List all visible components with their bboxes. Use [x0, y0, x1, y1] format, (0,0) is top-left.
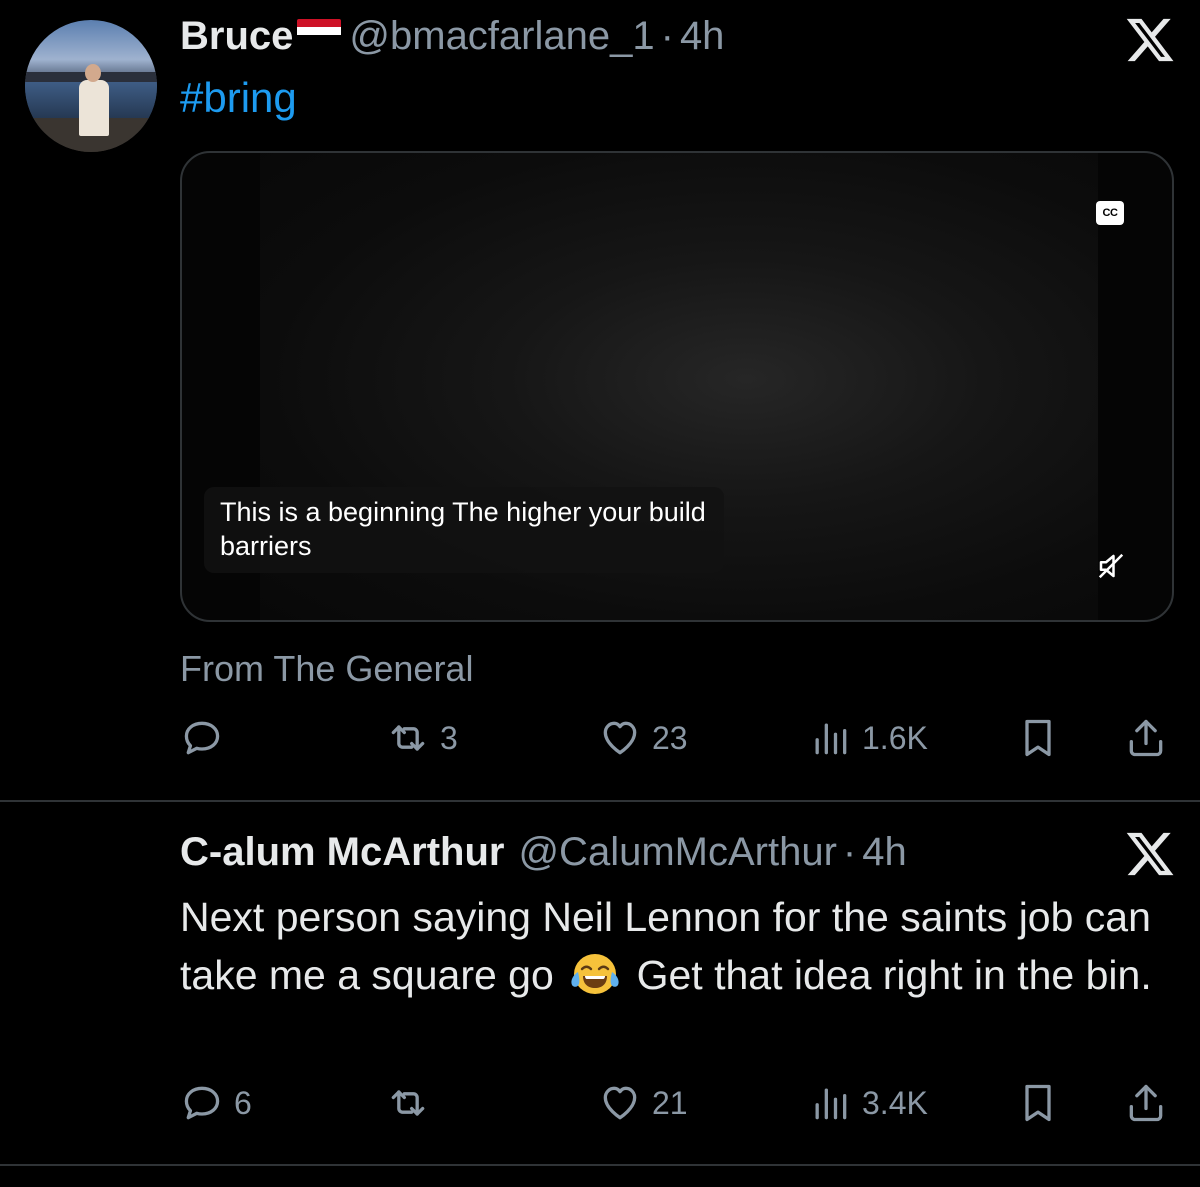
retweet-icon	[391, 1090, 425, 1116]
tweet-1[interactable]: Bruce @bmacfarlane_1 · 4h #bring CC This…	[0, 0, 1200, 801]
mute-icon[interactable]	[1096, 551, 1126, 581]
x-logo-icon	[1124, 828, 1176, 880]
action-bar: 6 21 3.4K	[180, 1081, 1180, 1131]
reply-icon	[184, 721, 220, 755]
video-caption: This is a beginning The higher your buil…	[204, 487, 724, 573]
source-label[interactable]: From The General	[180, 648, 473, 690]
x-logo-icon	[1124, 14, 1176, 66]
like-icon	[603, 1086, 637, 1120]
bookmark-icon	[1025, 719, 1051, 757]
tweet-time[interactable]: 4h	[862, 830, 907, 875]
tweet-time[interactable]: 4h	[680, 14, 725, 59]
avatar-person-body	[79, 80, 109, 136]
view-count: 1.6K	[862, 719, 928, 756]
retweet-button[interactable]	[386, 1081, 440, 1125]
tweet-header: Bruce @bmacfarlane_1 · 4h	[180, 14, 724, 59]
share-button[interactable]	[1124, 716, 1168, 760]
bookmark-button[interactable]	[1016, 1081, 1060, 1125]
like-icon	[603, 721, 637, 755]
face-with-tears-of-joy-emoji	[569, 951, 621, 997]
hashtag-link[interactable]: #bring	[180, 74, 297, 122]
closed-captions-icon[interactable]: CC	[1096, 201, 1124, 225]
bookmark-icon	[1025, 1084, 1051, 1122]
like-button[interactable]: 23	[598, 716, 688, 760]
author-name[interactable]: Bruce	[180, 14, 293, 59]
share-icon	[1129, 1084, 1163, 1122]
share-button[interactable]	[1124, 1081, 1168, 1125]
views-button[interactable]: 1.6K	[808, 716, 928, 760]
bookmark-button[interactable]	[1016, 716, 1060, 760]
reply-button[interactable]: 6	[180, 1081, 252, 1125]
like-count: 21	[652, 1084, 688, 1121]
reply-count: 6	[234, 1084, 252, 1121]
share-icon	[1129, 719, 1163, 757]
yemen-flag-icon	[297, 19, 342, 43]
time-separator: ·	[660, 14, 674, 58]
like-button[interactable]: 21	[598, 1081, 688, 1125]
like-count: 23	[652, 719, 688, 756]
tweet-text: Next person saying Neil Lennon for the s…	[180, 888, 1170, 1004]
views-icon	[815, 1088, 847, 1120]
author-handle[interactable]: @CalumMcArthur	[518, 830, 836, 875]
tweet-header: C-alum McArthur @CalumMcArthur · 4h	[180, 830, 907, 875]
video-player[interactable]: CC This is a beginning The higher your b…	[180, 151, 1174, 622]
author-name[interactable]: C-alum McArthur	[180, 830, 504, 875]
author-handle[interactable]: @bmacfarlane_1	[349, 14, 654, 59]
tweet-divider	[0, 1164, 1200, 1166]
tweet-text-part-2: Get that idea right in the bin.	[636, 952, 1152, 998]
retweet-button[interactable]: 3	[386, 716, 458, 760]
retweet-count: 3	[440, 719, 458, 756]
reply-button[interactable]	[180, 716, 234, 760]
reply-icon	[184, 1086, 220, 1120]
views-button[interactable]: 3.4K	[808, 1081, 928, 1125]
avatar-bruce[interactable]	[25, 20, 157, 152]
views-icon	[815, 723, 847, 755]
time-separator: ·	[842, 830, 857, 874]
retweet-icon	[391, 725, 425, 751]
avatar-person-head	[85, 64, 101, 82]
action-bar: 3 23 1.6K	[180, 716, 1180, 766]
view-count: 3.4K	[862, 1084, 928, 1121]
